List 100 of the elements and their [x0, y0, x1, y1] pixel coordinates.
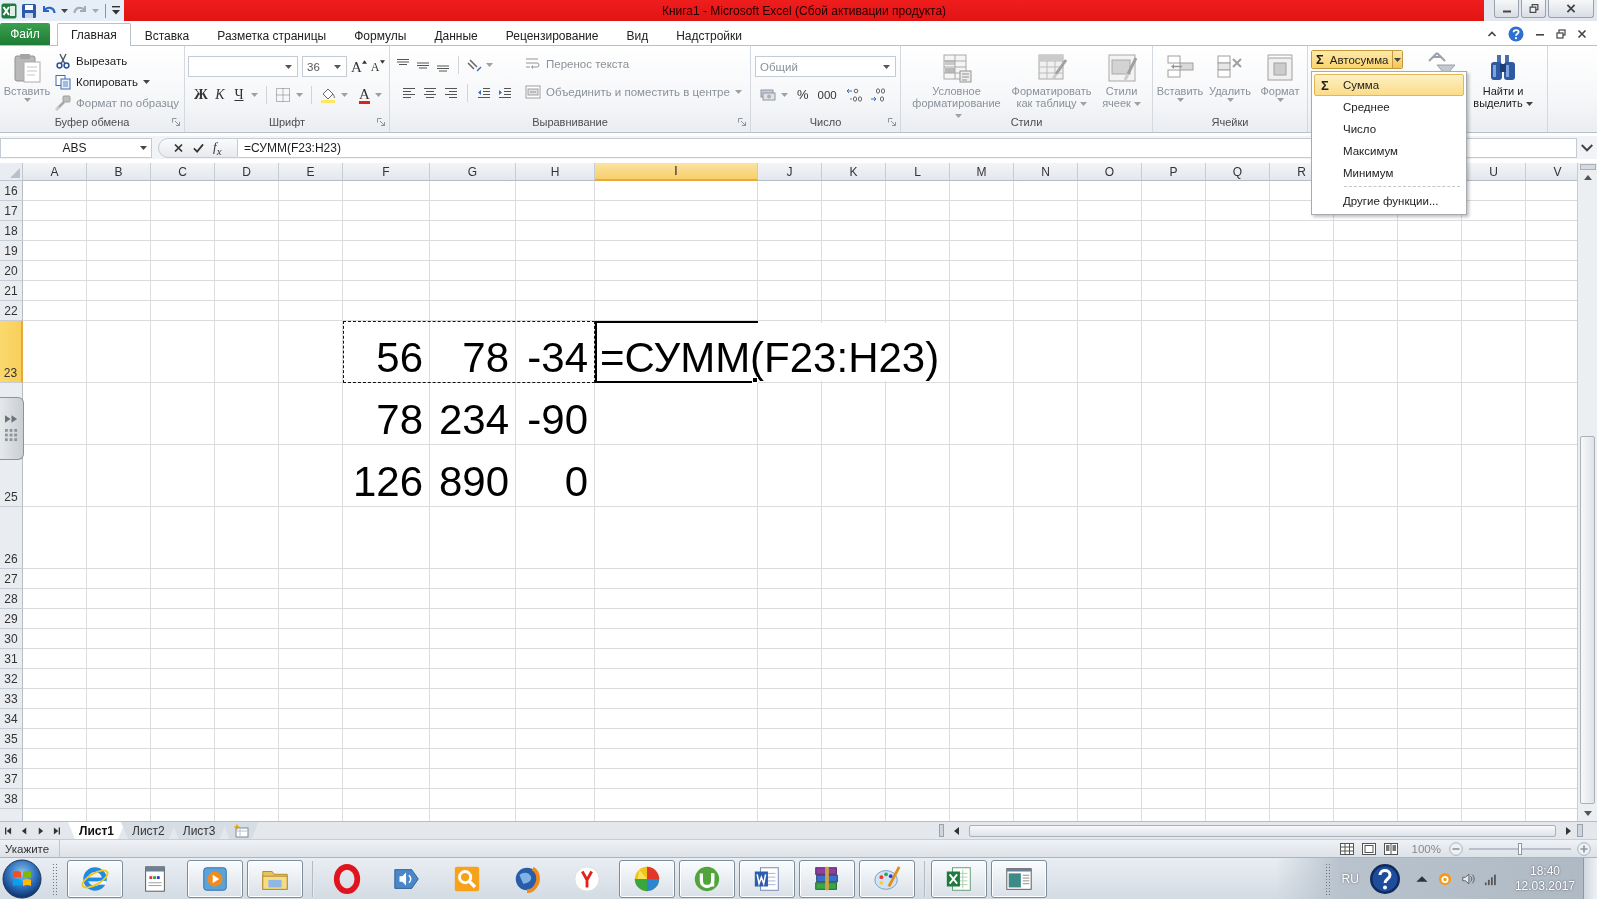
row-header[interactable]: 23	[0, 321, 23, 383]
menu-item[interactable]: Σ Сумма	[1314, 74, 1464, 96]
scroll-right-icon[interactable]	[1566, 826, 1571, 835]
zoom-slider-thumb[interactable]	[1518, 842, 1522, 855]
grow-font-button[interactable]: A	[351, 57, 367, 76]
table-cell[interactable]: 126	[343, 445, 430, 507]
dialog-launcher-icon[interactable]	[888, 118, 896, 126]
autosum-button[interactable]: Σ Автосумма	[1312, 51, 1393, 68]
align-left-icon[interactable]	[401, 85, 417, 101]
decrease-indent-icon[interactable]	[476, 85, 492, 101]
cut-button[interactable]: Вырезать	[55, 51, 180, 71]
menu-item[interactable]: Число	[1314, 118, 1464, 140]
sheet-tab[interactable]: Лист2	[121, 822, 176, 839]
row-header[interactable]: 16	[0, 181, 23, 201]
cancel-icon[interactable]	[173, 142, 184, 153]
align-center-icon[interactable]	[422, 85, 438, 101]
row-header[interactable]: 37	[0, 769, 23, 789]
copy-button[interactable]: Копировать	[55, 72, 180, 92]
row-header[interactable]: 20	[0, 261, 23, 281]
dialog-launcher-icon[interactable]	[738, 118, 746, 126]
autosum-dropdown-button[interactable]	[1392, 51, 1402, 68]
ribbon-tab[interactable]: Надстройки	[662, 24, 756, 46]
ribbon-tab[interactable]: Рецензирование	[491, 24, 613, 46]
table-cell[interactable]: 78	[430, 321, 516, 383]
insert-function-button[interactable]: f$_{x}$	[213, 138, 222, 157]
increase-indent-icon[interactable]	[497, 85, 513, 101]
column-header[interactable]: V	[1526, 163, 1577, 181]
row-header[interactable]: 22	[0, 301, 23, 321]
font-name-field[interactable]	[188, 56, 298, 77]
table-cell[interactable]: 234	[430, 383, 516, 445]
normal-view-icon[interactable]	[1339, 842, 1354, 855]
customize-toolbar-icon[interactable]	[112, 6, 120, 15]
ribbon-tab[interactable]: Данные	[420, 24, 492, 46]
scroll-thumb[interactable]	[1580, 436, 1595, 804]
row-header[interactable]: 33	[0, 689, 23, 709]
shrink-font-button[interactable]: A	[370, 57, 385, 76]
table-cell[interactable]: 890	[430, 445, 516, 507]
percent-button[interactable]: %	[797, 86, 809, 104]
close-button[interactable]	[1548, 0, 1594, 18]
table-cell[interactable]: -90	[516, 383, 595, 445]
next-sheet-icon[interactable]	[37, 826, 44, 835]
decrease-decimal-icon[interactable]	[868, 87, 887, 103]
column-header[interactable]: A	[23, 163, 87, 181]
row-header[interactable]: 27	[0, 569, 23, 589]
show-desktop-button[interactable]	[1583, 858, 1597, 899]
page-break-view-icon[interactable]	[1383, 842, 1398, 855]
taskbar-button[interactable]	[247, 859, 303, 898]
ribbon-tab[interactable]: Формулы	[340, 24, 421, 46]
page-layout-view-icon[interactable]	[1361, 842, 1376, 855]
row-header[interactable]: 32	[0, 669, 23, 689]
first-sheet-icon[interactable]	[5, 826, 12, 835]
sheet-tab[interactable]: Лист3	[171, 822, 227, 839]
restore-button[interactable]	[1521, 0, 1546, 18]
previous-sheet-icon[interactable]	[21, 826, 28, 835]
ribbon-tab[interactable]: Вид	[612, 24, 663, 46]
column-header[interactable]: E	[279, 163, 343, 181]
font-color-button[interactable]: A	[359, 86, 370, 104]
last-sheet-icon[interactable]	[53, 826, 60, 835]
align-right-icon[interactable]	[443, 85, 459, 101]
expand-formula-icon[interactable]	[1581, 143, 1593, 152]
menu-item[interactable]: Среднее	[1314, 96, 1464, 118]
taskbar-button[interactable]	[859, 859, 915, 898]
menu-item[interactable]: Другие функции...	[1314, 190, 1464, 212]
fill-handle[interactable]	[752, 377, 758, 383]
taskbar-button[interactable]	[619, 859, 675, 898]
volume-icon[interactable]	[1460, 871, 1475, 886]
row-header[interactable]: 31	[0, 649, 23, 669]
row-header[interactable]: 19	[0, 241, 23, 261]
column-header[interactable]: Q	[1206, 163, 1270, 181]
column-header[interactable]: H	[516, 163, 595, 181]
taskbar-button[interactable]	[67, 859, 123, 898]
column-header[interactable]: O	[1078, 163, 1142, 181]
tab-split-handle[interactable]	[939, 824, 944, 837]
taskbar-button[interactable]	[679, 859, 735, 898]
row-header[interactable]: 34	[0, 709, 23, 729]
font-size-field[interactable]: 36	[302, 56, 347, 77]
column-header[interactable]: B	[87, 163, 151, 181]
dialog-launcher-icon[interactable]	[172, 118, 180, 126]
row-header[interactable]: 38	[0, 789, 23, 809]
increase-decimal-icon[interactable]	[845, 87, 864, 103]
find-select-button[interactable]: Найти и выделить	[1471, 50, 1535, 114]
help-icon[interactable]	[1368, 862, 1401, 895]
italic-button[interactable]: К	[213, 86, 227, 104]
row-header[interactable]: 18	[0, 221, 23, 241]
column-header[interactable]: C	[151, 163, 215, 181]
column-header[interactable]: M	[950, 163, 1014, 181]
ribbon-tab[interactable]: Главная	[57, 23, 131, 46]
taskbar-button[interactable]	[739, 859, 795, 898]
row-header[interactable]: 36	[0, 749, 23, 769]
column-header[interactable]: F	[343, 163, 430, 181]
scroll-thumb[interactable]	[969, 824, 1556, 837]
thousands-separator-button[interactable]: 000	[817, 86, 837, 104]
column-header[interactable]: P	[1142, 163, 1206, 181]
scroll-left-icon[interactable]	[954, 826, 959, 835]
row-header[interactable]: 30	[0, 629, 23, 649]
row-header[interactable]: 17	[0, 201, 23, 221]
check-icon[interactable]	[193, 142, 204, 153]
spreadsheet-app-icon[interactable]	[1, 2, 17, 19]
side-dock-menu[interactable]	[0, 397, 24, 460]
ribbon-tab[interactable]: Разметка страницы	[203, 24, 341, 46]
